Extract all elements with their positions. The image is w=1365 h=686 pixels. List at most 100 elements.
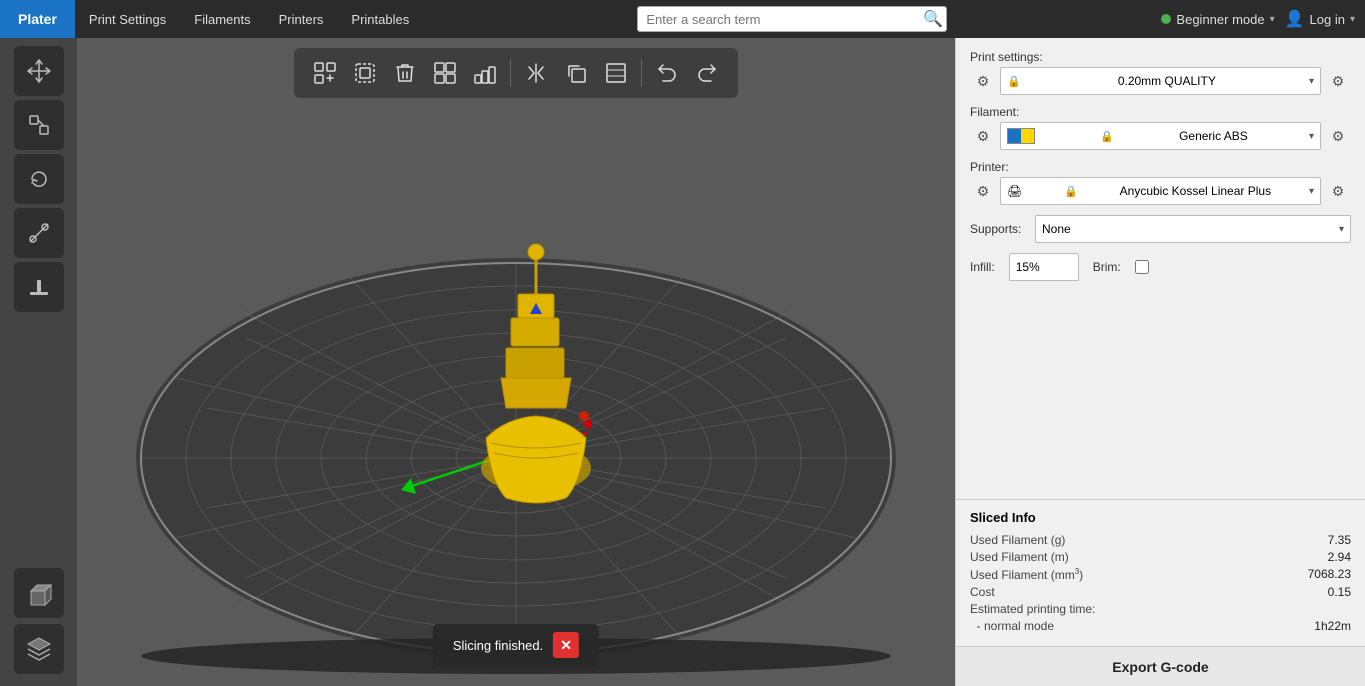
print-settings-chevron-icon: ▾ [1309,76,1314,87]
layers-button[interactable] [14,624,64,674]
brim-checkbox[interactable] [1135,260,1149,274]
cut-tool-button[interactable] [14,208,64,258]
cost-row: Cost 0.15 [970,585,1351,599]
printer-lock-icon: 🔒 [1064,185,1078,198]
print-settings-select[interactable]: 🔒 0.20mm QUALITY ▾ [1000,67,1321,95]
move-tool-button[interactable] [14,46,64,96]
arrange-button[interactable] [466,54,504,92]
filament-select-wrap: ⚙ 🔒 Generic ABS ▾ ⚙ [970,122,1351,150]
instances-button[interactable] [426,54,464,92]
printers-nav[interactable]: Printers [265,0,338,38]
filament-m-val: 2.94 [1328,550,1351,564]
normal-mode-key: - normal mode [970,619,1054,633]
login-button[interactable]: 👤 Log in ▾ [1285,9,1355,29]
undo-button[interactable] [648,54,686,92]
filament-value: Generic ABS [1179,129,1248,143]
right-panel: Print settings: ⚙ 🔒 0.20mm QUALITY ▾ ⚙ F… [955,38,1365,686]
search-wrap: 🔍 [637,6,947,32]
top-nav: Plater Print Settings Filaments Printers… [0,0,1365,38]
filament-mm3-val: 7068.23 [1308,567,1351,582]
layer-preview-button[interactable] [597,54,635,92]
login-label: Log in [1310,12,1345,27]
cost-val: 0.15 [1328,585,1351,599]
close-status-button[interactable]: ✕ [553,632,579,658]
filament-m-row: Used Filament (m) 2.94 [970,550,1351,564]
printer-gear-icon[interactable]: ⚙ [970,178,996,204]
printables-nav[interactable]: Printables [337,0,423,38]
print-time-label-key: Estimated printing time: [970,602,1095,616]
print-settings-lock-icon: 🔒 [1007,75,1021,88]
left-bottom [14,568,64,678]
filaments-nav[interactable]: Filaments [180,0,264,38]
print-config-section: Print settings: ⚙ 🔒 0.20mm QUALITY ▾ ⚙ F… [956,38,1365,499]
beginner-mode-label: Beginner mode [1176,12,1264,27]
filament-color-swatch [1007,128,1035,144]
search-icon[interactable]: 🔍 [923,9,943,29]
filament-select[interactable]: 🔒 Generic ABS ▾ [1000,122,1321,150]
green-dot-icon [1161,14,1171,24]
filament-m-key: Used Filament (m) [970,550,1069,564]
print-time-label-row: Estimated printing time: [970,602,1351,616]
support-tool-button[interactable] [14,262,64,312]
add-object-button[interactable] [306,54,344,92]
filament-mm3-key: Used Filament (mm3) [970,567,1083,582]
login-chevron-icon: ▾ [1350,14,1355,25]
select-button[interactable] [346,54,384,92]
user-icon: 👤 [1285,9,1305,29]
filament-g-val: 7.35 [1328,533,1351,547]
supports-value: None [1042,222,1071,236]
left-panel [0,38,77,686]
supports-row: Supports: None ▾ [970,215,1351,243]
infill-label: Infill: [970,260,995,274]
print-settings-select-wrap: ⚙ 🔒 0.20mm QUALITY ▾ ⚙ [970,67,1351,95]
print-settings-field: Print settings: ⚙ 🔒 0.20mm QUALITY ▾ ⚙ [970,50,1351,95]
normal-mode-val: 1h22m [1314,619,1351,633]
brim-label: Brim: [1093,260,1121,274]
main-layout: Slicing finished. ✕ Print settings: ⚙ 🔒 … [0,38,1365,686]
copy-button[interactable] [557,54,595,92]
print-settings-label: Print settings: [970,50,1351,64]
cost-key: Cost [970,585,995,599]
nav-search-area: 🔍 [423,6,1161,32]
printer-select-wrap: ⚙ 🖨 🔒 Anycubic Kossel Linear Plus ▾ ⚙ [970,177,1351,205]
infill-brim-row: Infill: 15% 20% 30% 40% 50% Brim: [970,253,1351,281]
supports-select[interactable]: None ▾ [1035,215,1351,243]
scale-tool-button[interactable] [14,100,64,150]
chevron-down-icon: ▾ [1270,14,1275,25]
normal-mode-row: - normal mode 1h22m [970,619,1351,633]
printer-value: Anycubic Kossel Linear Plus [1120,184,1271,198]
filament-field: Filament: ⚙ 🔒 Generic ABS ▾ ⚙ [970,105,1351,150]
filament-g-key: Used Filament (g) [970,533,1065,547]
export-gcode-button[interactable]: Export G-code [956,646,1365,686]
filament-edit-icon[interactable]: ⚙ [1325,123,1351,149]
rotate-tool-button[interactable] [14,154,64,204]
print-settings-gear-icon[interactable]: ⚙ [970,68,996,94]
printer-chevron-icon: ▾ [1309,186,1314,197]
3d-viewport-scene [77,38,955,686]
printer-select[interactable]: 🖨 🔒 Anycubic Kossel Linear Plus ▾ [1000,177,1321,205]
mirror-button[interactable] [517,54,555,92]
filament-label: Filament: [970,105,1351,119]
view-cube-button[interactable] [14,568,64,618]
sliced-info-section: Sliced Info Used Filament (g) 7.35 Used … [956,499,1365,646]
supports-label: Supports: [970,222,1035,236]
delete-button[interactable] [386,54,424,92]
search-input[interactable] [637,6,947,32]
infill-select[interactable]: 15% 20% 30% 40% 50% [1009,253,1079,281]
plater-tab[interactable]: Plater [0,0,75,38]
viewport[interactable]: Slicing finished. ✕ [77,38,955,686]
beginner-mode-toggle[interactable]: Beginner mode ▾ [1161,12,1274,27]
toolbar-separator-1 [510,59,511,87]
printer-field: Printer: ⚙ 🖨 🔒 Anycubic Kossel Linear Pl… [970,160,1351,205]
print-settings-nav[interactable]: Print Settings [75,0,180,38]
filament-g-row: Used Filament (g) 7.35 [970,533,1351,547]
slice-status-bar: Slicing finished. ✕ [433,624,599,666]
print-settings-edit-icon[interactable]: ⚙ [1325,68,1351,94]
print-settings-value: 0.20mm QUALITY [1118,74,1216,88]
redo-button[interactable] [688,54,726,92]
left-tools [14,46,64,312]
toolbar [294,48,738,98]
printer-edit-icon[interactable]: ⚙ [1325,178,1351,204]
filament-mm3-row: Used Filament (mm3) 7068.23 [970,567,1351,582]
filament-gear-icon[interactable]: ⚙ [970,123,996,149]
